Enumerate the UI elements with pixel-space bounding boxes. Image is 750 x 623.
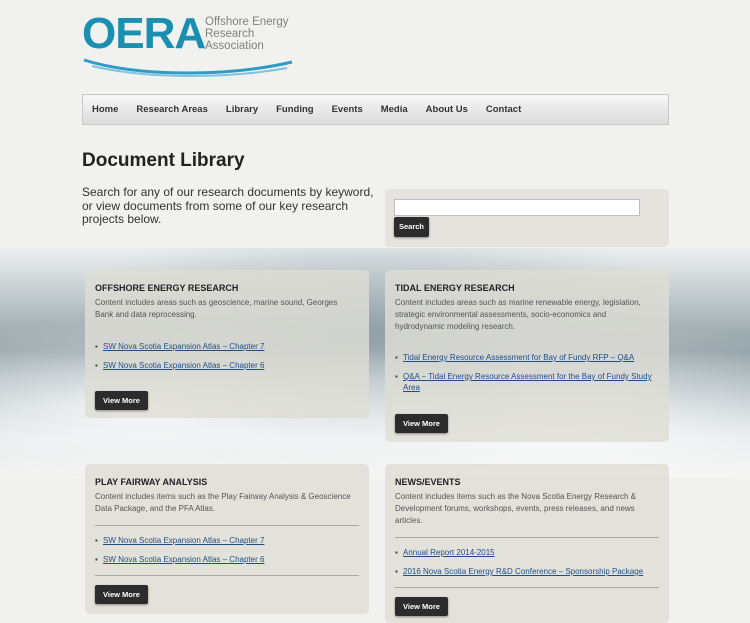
doc-link[interactable]: ▪ SW Nova Scotia Expansion Atlas – Chapte…: [95, 360, 357, 371]
view-more-button[interactable]: View More: [395, 597, 448, 616]
nav-research-areas[interactable]: Research Areas: [127, 104, 216, 115]
nav-contact[interactable]: Contact: [477, 104, 530, 115]
wave-icon: [83, 58, 293, 77]
card-description: Content includes areas such as marine re…: [395, 298, 641, 331]
bullet-icon: ▪: [395, 372, 398, 381]
logo-line-1: Offshore Energy: [205, 16, 289, 28]
search-panel: Search: [385, 189, 669, 247]
doc-link[interactable]: ▪ SW Nova Scotia Expansion Atlas – Chapte…: [95, 535, 357, 546]
view-more-button[interactable]: View More: [395, 414, 448, 433]
intro-text: Search for any of our research documents…: [82, 185, 374, 226]
logo-subtitle: Offshore Energy Research Association: [205, 16, 305, 52]
card-offshore-energy-research: OFFSHORE ENERGY RESEARCH Content include…: [85, 270, 369, 418]
doc-link[interactable]: ▪ 2016 Nova Scotia Energy R&D Conference …: [395, 566, 657, 577]
page-title: Document Library: [82, 150, 245, 171]
nav-events[interactable]: Events: [323, 104, 372, 115]
card-title: PLAY FAIRWAY ANALYSIS: [95, 477, 208, 487]
doc-link[interactable]: ▪ SW Nova Scotia Expansion Atlas – Chapte…: [95, 341, 357, 352]
bullet-icon: ▪: [395, 353, 398, 362]
divider: [395, 537, 659, 538]
card-play-fairway-analysis: PLAY FAIRWAY ANALYSIS Content includes i…: [85, 464, 369, 614]
card-title: NEWS/EVENTS: [395, 477, 461, 487]
logo-line-3: Association: [205, 40, 264, 52]
nav-about-us[interactable]: About Us: [417, 104, 477, 115]
oera-logo[interactable]: OERA Offshore Energy Research Associatio…: [82, 12, 297, 78]
bullet-icon: ▪: [395, 567, 398, 576]
divider: [95, 525, 359, 526]
bullet-icon: ▪: [95, 361, 98, 370]
bullet-icon: ▪: [95, 536, 98, 545]
main-nav: Home Research Areas Library Funding Even…: [82, 94, 669, 125]
card-description: Content includes items such as the Play …: [95, 492, 351, 513]
doc-link[interactable]: ▪ Q&A – Tidal Energy Resource Assessment …: [395, 371, 657, 393]
nav-funding[interactable]: Funding: [267, 104, 322, 115]
card-news-events: NEWS/EVENTS Content includes items such …: [385, 464, 669, 623]
card-description: Content includes areas such as geoscienc…: [95, 298, 338, 319]
nav-library[interactable]: Library: [217, 104, 267, 115]
divider: [395, 587, 659, 588]
bullet-icon: ▪: [95, 555, 98, 564]
card-title: TIDAL ENERGY RESEARCH: [395, 283, 515, 293]
card-title: OFFSHORE ENERGY RESEARCH: [95, 283, 239, 293]
nav-media[interactable]: Media: [372, 104, 417, 115]
view-more-button[interactable]: View More: [95, 391, 148, 410]
view-more-button[interactable]: View More: [95, 585, 148, 604]
nav-home[interactable]: Home: [83, 104, 127, 115]
doc-link[interactable]: ▪ Annual Report 2014-2015: [395, 547, 657, 558]
bullet-icon: ▪: [395, 548, 398, 557]
search-input[interactable]: [394, 199, 640, 216]
card-tidal-energy-research: TIDAL ENERGY RESEARCH Content includes a…: [385, 270, 669, 442]
bullet-icon: ▪: [95, 342, 98, 351]
doc-link[interactable]: ▪ SW Nova Scotia Expansion Atlas – Chapte…: [95, 554, 357, 565]
doc-link[interactable]: ▪ Tidal Energy Resource Assessment for Ba…: [395, 352, 657, 363]
divider: [95, 575, 359, 576]
logo-line-2: Research: [205, 28, 255, 40]
search-button[interactable]: Search: [394, 217, 429, 237]
logo-wordmark: OERA: [82, 9, 206, 58]
card-description: Content includes items such as the Nova …: [395, 492, 637, 525]
